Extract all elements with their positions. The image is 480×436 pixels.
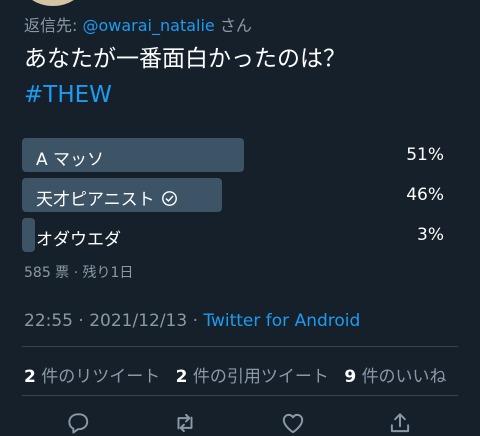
retweets-count: 2 <box>24 367 36 387</box>
avatar[interactable] <box>22 0 84 6</box>
poll: A マッソ 51% 天才ピアニスト 46% オダウエダ 3% <box>22 138 452 258</box>
reply-suffix: さん <box>214 16 252 35</box>
likes-label: 件のいいね <box>361 367 447 387</box>
check-circle-icon <box>161 191 177 206</box>
likes-count: 9 <box>344 367 357 387</box>
reply-handle-link[interactable]: @owarai_natalie <box>82 16 214 35</box>
reply-to-line: 返信先: @owarai_natalie さん <box>24 12 252 36</box>
poll-percent: 51% <box>406 145 444 165</box>
poll-percent: 3% <box>417 225 444 245</box>
retweet-icon[interactable] <box>172 410 198 436</box>
engagement-stats: 2 件のリツイート 2 件の引用ツイート 9 件のいいね <box>24 362 457 387</box>
poll-option-label: A マッソ <box>36 150 105 170</box>
poll-option-label: オダウエダ <box>36 230 121 250</box>
poll-option: 天才ピアニスト 46% <box>22 178 452 212</box>
quotes-count: 2 <box>175 367 188 387</box>
quotes-label: 件の引用ツイート <box>192 367 329 387</box>
poll-percent: 46% <box>406 185 444 205</box>
poll-option: A マッソ 51% <box>22 138 452 172</box>
tweet-timestamp: 22:55 · 2021/12/13 · Twitter for Android <box>24 311 360 331</box>
action-bar <box>0 404 480 436</box>
tweet-text: あなたが一番面白かったのは？ <box>24 46 346 72</box>
likes-stat[interactable]: 9 件のいいね <box>344 367 446 387</box>
retweets-stat[interactable]: 2 件のリツイート <box>24 367 160 387</box>
poll-meta: 585 票 · 残り1日 <box>24 265 134 281</box>
divider <box>22 346 458 347</box>
share-icon[interactable] <box>387 410 413 436</box>
timestamp-text[interactable]: 22:55 · 2021/12/13 · <box>24 311 203 331</box>
poll-option-text: 天才ピアニスト <box>36 190 155 210</box>
poll-option-label: 天才ピアニスト <box>36 185 178 210</box>
poll-option: オダウエダ 3% <box>22 218 452 252</box>
hashtag-link[interactable]: #THEW <box>24 82 112 108</box>
like-icon[interactable] <box>280 410 306 436</box>
retweets-label: 件のリツイート <box>41 367 161 387</box>
divider <box>22 395 458 396</box>
reply-icon[interactable] <box>65 410 91 436</box>
source-link[interactable]: Twitter for Android <box>203 311 360 331</box>
poll-bar <box>22 218 35 252</box>
quotes-stat[interactable]: 2 件の引用ツイート <box>176 367 329 387</box>
reply-prefix: 返信先: <box>24 16 83 35</box>
